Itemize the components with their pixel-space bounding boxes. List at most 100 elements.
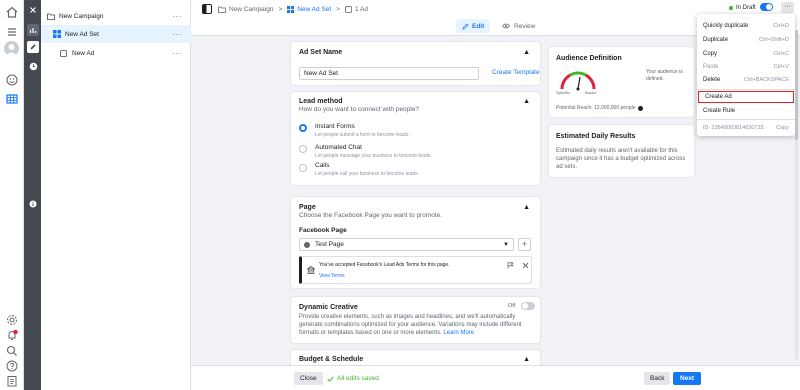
object-id: ID: 23848003814630733 — [703, 125, 764, 131]
smiley-icon[interactable] — [5, 73, 19, 87]
status-text: In Draft — [736, 4, 756, 11]
collapse-caret-icon[interactable]: ▲ — [523, 204, 530, 211]
add-page-button[interactable]: + — [518, 238, 531, 251]
field-label: Facebook Page — [299, 227, 347, 234]
notifications-icon[interactable] — [5, 328, 19, 342]
edit-pencil-icon[interactable] — [27, 41, 39, 53]
tree-item-campaign[interactable]: New Campaign ··· — [41, 7, 191, 25]
edit-tab[interactable]: Edit — [456, 19, 491, 33]
radio-automated-chat[interactable] — [299, 145, 307, 153]
radio-instant-forms[interactable] — [299, 124, 307, 132]
close-button[interactable]: Close — [294, 372, 323, 385]
dynamic-creative-text: Provide creative elements, such as image… — [299, 314, 522, 336]
menu-item-id: ID: 23848003814630733 Copy — [697, 122, 795, 134]
ad-square-icon — [60, 49, 67, 57]
settings-gear-icon[interactable] — [5, 313, 19, 327]
potential-reach-text: Potential Reach: 12,000,000 people — [556, 105, 636, 111]
menu-item-label: Paste — [703, 64, 719, 70]
card-title: Dynamic Creative — [299, 304, 358, 311]
flag-icon[interactable] — [507, 262, 514, 269]
back-button[interactable]: Back — [644, 372, 671, 385]
status-indicator: In Draft — [729, 3, 756, 12]
menu-item-create-ad[interactable]: Create Ad — [698, 91, 794, 103]
menu-item-delete[interactable]: Delete Ctrl+BACKSPACE — [697, 74, 795, 86]
next-button[interactable]: Next — [673, 372, 702, 385]
more-icon[interactable]: ··· — [173, 12, 183, 21]
menu-item-paste[interactable]: Paste Ctrl+V — [697, 61, 795, 73]
radio-calls[interactable] — [299, 164, 307, 172]
app-rail — [0, 0, 24, 390]
footer-bar: Close All edits saved Back Next — [191, 365, 800, 390]
level-rail — [24, 0, 41, 390]
help-icon[interactable] — [5, 359, 19, 373]
campaign-level-icon[interactable] — [27, 24, 39, 36]
breadcrumb-campaign[interactable]: New Campaign — [229, 6, 273, 13]
tree-item-ad[interactable]: New Ad ··· — [41, 44, 191, 62]
adset-name-input[interactable]: New Ad Set — [299, 67, 479, 80]
folder-icon — [47, 13, 55, 20]
adset-grid-icon — [287, 5, 295, 13]
grid-table-icon[interactable] — [5, 92, 19, 106]
report-icon[interactable] — [5, 374, 19, 388]
close-icon[interactable] — [27, 4, 39, 16]
lead-method-card: Lead method How do you want to connect w… — [290, 91, 541, 186]
menu-divider — [697, 89, 795, 90]
card-subtitle: How do you want to connect with people? — [299, 106, 419, 113]
folder-icon — [218, 6, 226, 13]
menu-item-label: Create Ad — [705, 94, 732, 100]
pencil-icon — [462, 23, 469, 30]
info-icon[interactable] — [637, 105, 643, 111]
notice-text: You've accepted Facebook's Lead Ads Term… — [319, 262, 450, 268]
option-label: Automated Chat — [315, 144, 362, 151]
view-terms-link[interactable]: View Terms — [319, 273, 345, 279]
estimated-results-card: Estimated Daily Results Estimated daily … — [548, 124, 695, 178]
breadcrumb-adset[interactable]: New Ad Set — [297, 6, 331, 13]
menu-divider — [697, 119, 795, 120]
more-options-button[interactable]: ··· — [781, 2, 794, 13]
publish-toggle[interactable] — [760, 3, 773, 11]
menu-item-shortcut: Ctrl+C — [773, 51, 789, 57]
ad-square-icon — [345, 5, 352, 13]
search-icon[interactable] — [5, 344, 19, 358]
page-card: Page Choose the Facebook Page you want t… — [290, 196, 541, 289]
collapse-caret-icon[interactable]: ▲ — [523, 98, 530, 105]
review-tab-label: Review — [514, 22, 536, 30]
home-icon[interactable] — [5, 5, 19, 19]
edit-tab-label: Edit — [472, 22, 485, 30]
card-title: Page — [299, 204, 316, 211]
panel-toggle-icon[interactable] — [202, 4, 212, 14]
option-label: Instant Forms — [315, 123, 355, 130]
tree-item-adset[interactable]: New Ad Set ··· — [41, 25, 191, 43]
collapse-caret-icon[interactable]: ▲ — [523, 356, 530, 363]
info-icon[interactable] — [27, 198, 39, 210]
more-icon[interactable]: ··· — [173, 49, 183, 58]
menu-item-create-rule[interactable]: Create Rule — [697, 105, 795, 117]
check-icon — [327, 375, 334, 382]
breadcrumb-ad[interactable]: 1 Ad — [355, 6, 368, 13]
review-tab[interactable]: Review — [498, 19, 539, 33]
menu-item-label: Quickly duplicate — [703, 23, 749, 29]
scrollbar[interactable] — [795, 30, 798, 360]
collapse-caret-icon[interactable]: ▲ — [523, 49, 530, 56]
learn-more-link[interactable]: Learn More — [443, 330, 474, 336]
page-select[interactable]: Test Page ▼ — [299, 238, 514, 251]
card-title: Estimated Daily Results — [556, 133, 636, 140]
menu-item-quickly-duplicate[interactable]: Quickly duplicate Ctrl+D — [697, 20, 795, 32]
dismiss-icon[interactable] — [522, 262, 529, 269]
breadcrumb: New Campaign > New Ad Set > 1 Ad — [218, 4, 368, 14]
menu-item-shortcut: Ctrl+D — [773, 23, 789, 29]
menu-item-copy[interactable]: Copy Ctrl+C — [697, 48, 795, 60]
copy-id-link[interactable]: Copy — [776, 125, 789, 131]
card-title: Lead method — [299, 98, 343, 105]
menu-icon[interactable] — [5, 25, 19, 39]
more-icon[interactable]: ··· — [173, 30, 183, 39]
gauge-label-broad: Broad — [585, 90, 596, 95]
potential-reach: Potential Reach: 12,000,000 people — [556, 105, 643, 111]
clock-icon[interactable] — [27, 60, 39, 72]
create-template-link[interactable]: Create Template — [492, 69, 540, 76]
menu-item-duplicate[interactable]: Duplicate Ctrl+Shift+D — [697, 34, 795, 46]
card-title: Budget & Schedule — [299, 356, 364, 363]
avatar[interactable] — [4, 41, 19, 56]
menu-item-label: Duplicate — [703, 37, 729, 43]
dynamic-creative-toggle[interactable] — [521, 302, 535, 310]
